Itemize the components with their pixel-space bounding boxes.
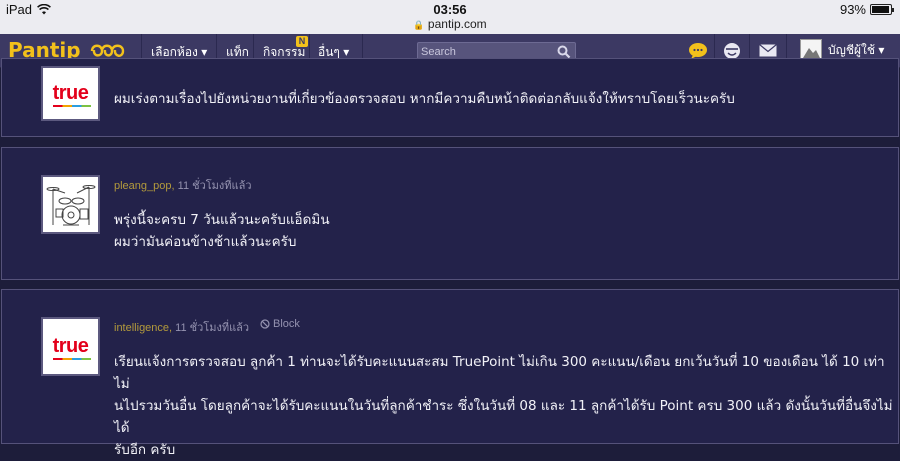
comment-line: ผมว่ามันค่อนข้างช้าแล้วนะครับ xyxy=(114,234,297,250)
search-icon[interactable] xyxy=(557,45,571,59)
comment-line: เรียนแจ้งการตรวจสอบ ลูกค้า 1 ท่านจะได้รั… xyxy=(114,354,885,392)
block-button[interactable]: Block xyxy=(260,318,300,330)
comment-time: 11 ชั่วโมงที่แล้ว xyxy=(175,322,250,334)
status-right: 93% xyxy=(839,2,894,17)
comment-body: พรุ่งนี้จะครบ 7 วันแล้วนะครับแอ็ดมิน ผมว… xyxy=(114,209,330,253)
comment-time: 11 ชั่วโมงที่แล้ว xyxy=(177,180,252,192)
comment-card: true intelligence, 11 ชั่วโมงที่แล้ว Blo… xyxy=(1,289,899,458)
search-input[interactable] xyxy=(421,44,551,59)
lock-icon: 🔒 xyxy=(413,20,425,30)
comment-meta: pleang_pop, 11 ชั่วโมงที่แล้ว xyxy=(114,176,252,194)
drum-kit-icon xyxy=(44,178,97,231)
comment-line: นไปรวมวันอื่น โดยลูกค้าจะได้รับคะแนนในวั… xyxy=(114,398,893,436)
url-text: pantip.com xyxy=(427,17,487,31)
true-logo-bar xyxy=(52,105,91,107)
block-label: Block xyxy=(273,318,300,330)
account-label: บัญชีผู้ใช้ ▾ xyxy=(828,42,885,57)
comment-card: true ผมเร่งตามเรื่องไปยังหน่วยงานที่เกี่… xyxy=(1,58,899,137)
address-bar[interactable]: 🔒 pantip.com xyxy=(0,17,900,31)
true-logo: true xyxy=(52,82,91,107)
battery-percent: 93% xyxy=(839,2,866,17)
logo-glyph-icon xyxy=(90,44,124,57)
commenter-avatar[interactable]: true xyxy=(41,317,100,376)
status-bar: iPad 03:56 🔒 pantip.com 93% xyxy=(0,0,900,34)
new-badge: N xyxy=(296,36,308,47)
commenter-avatar[interactable] xyxy=(41,175,100,234)
true-logo-bar xyxy=(52,358,91,360)
comment-card: pleang_pop, 11 ชั่วโมงที่แล้ว พรุ่งนี้จะ… xyxy=(1,147,899,280)
comment-body: เรียนแจ้งการตรวจสอบ ลูกค้า 1 ท่านจะได้รั… xyxy=(114,351,898,461)
comment-meta: intelligence, 11 ชั่วโมงที่แล้ว xyxy=(114,318,249,336)
true-logo-text: true xyxy=(52,335,89,357)
comment-line: ผมเร่งตามเรื่องไปยังหน่วยงานที่เกี่ยวข้อ… xyxy=(114,91,735,107)
battery-fill xyxy=(872,6,889,13)
clock: 03:56 xyxy=(433,2,467,17)
comment-body: ผมเร่งตามเรื่องไปยังหน่วยงานที่เกี่ยวข้อ… xyxy=(114,88,735,110)
comment-line: พรุ่งนี้จะครบ 7 วันแล้วนะครับแอ็ดมิน xyxy=(114,212,330,228)
author-name[interactable]: pleang_pop xyxy=(114,180,172,192)
mail-icon[interactable] xyxy=(759,44,777,57)
battery-icon xyxy=(870,4,894,15)
comment-line: รับอีก ครับ xyxy=(114,442,176,458)
true-logo: true xyxy=(52,335,91,360)
true-logo-text: true xyxy=(52,82,89,104)
default-avatar-icon xyxy=(801,40,821,60)
commenter-avatar[interactable]: true xyxy=(41,66,100,121)
author-name[interactable]: intelligence xyxy=(114,322,169,334)
block-icon xyxy=(260,319,270,329)
